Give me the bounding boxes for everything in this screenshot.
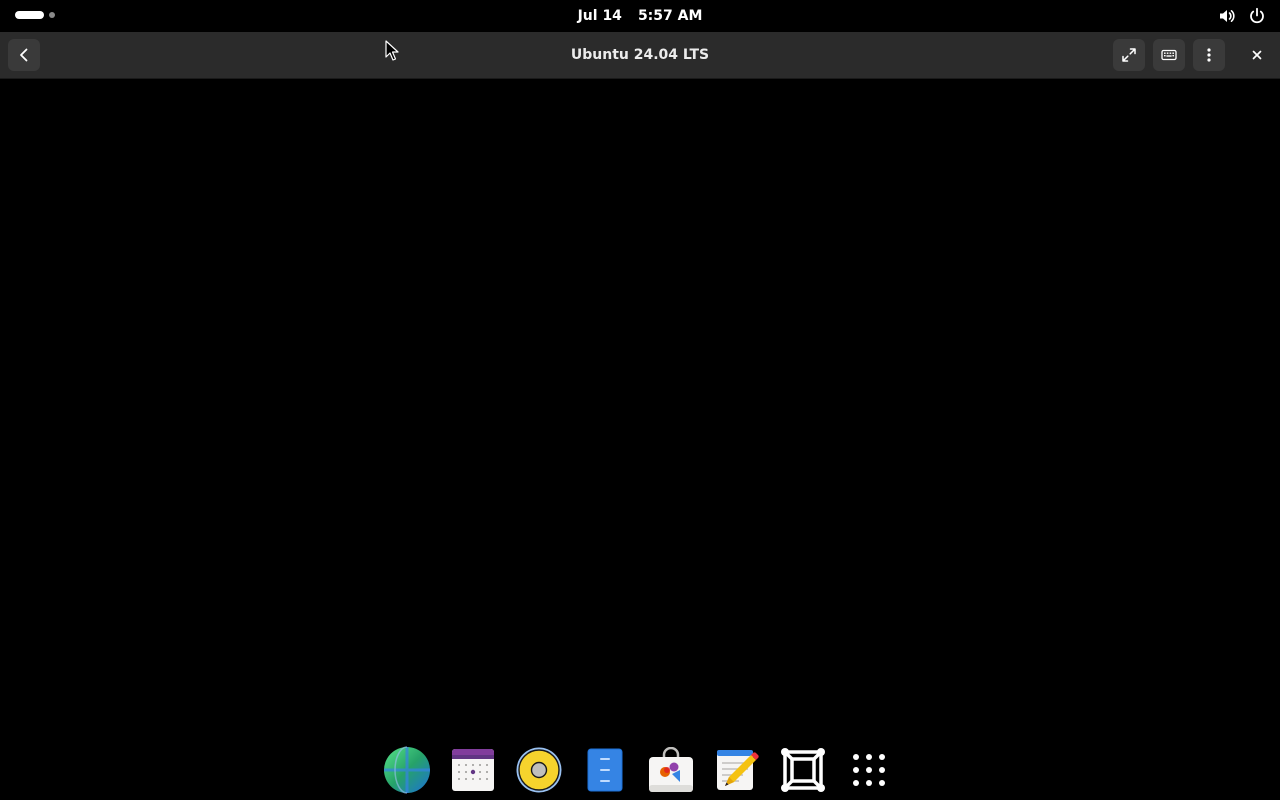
file-manager-icon — [587, 748, 623, 792]
software-store-icon — [649, 747, 693, 792]
mouse-cursor-icon — [385, 40, 399, 61]
window-title-wrap: Ubuntu 24.04 LTS — [0, 32, 1280, 78]
active-workspace[interactable] — [15, 11, 44, 19]
dock — [383, 746, 893, 794]
menu-icon — [1207, 48, 1211, 62]
web-browser-icon — [384, 746, 430, 794]
fullscreen-icon — [1122, 48, 1136, 62]
power-icon[interactable] — [1248, 7, 1266, 25]
fullscreen-button[interactable] — [1113, 39, 1145, 71]
close-button[interactable] — [1241, 39, 1273, 71]
boxes-icon — [781, 748, 825, 792]
system-tray[interactable] — [1218, 7, 1266, 25]
menu-button[interactable] — [1193, 39, 1225, 71]
back-button[interactable] — [8, 39, 40, 71]
header-bar: Ubuntu 24.04 LTS — [0, 32, 1280, 79]
text-editor-icon — [717, 750, 759, 790]
calendar-icon — [452, 749, 494, 791]
dock-web-browser[interactable] — [383, 746, 431, 794]
window-title: Ubuntu 24.04 LTS — [570, 47, 710, 63]
clock-time[interactable]: 5:57 AM — [638, 8, 702, 24]
keyboard-icon — [1161, 49, 1177, 61]
close-icon — [1252, 50, 1262, 60]
workspace-indicator[interactable] — [15, 11, 55, 19]
dock-file-manager[interactable] — [581, 746, 629, 794]
clock-date[interactable]: Jul 14 — [578, 8, 622, 24]
dock-software-store[interactable] — [647, 746, 695, 794]
back-icon — [20, 48, 28, 62]
dock-app-grid[interactable] — [845, 746, 893, 794]
dock-calendar[interactable] — [449, 746, 497, 794]
top-bar: Jul 14 5:57 AM — [0, 0, 1280, 32]
dock-text-editor[interactable] — [713, 746, 761, 794]
inactive-workspace[interactable] — [49, 12, 55, 18]
app-grid-icon — [853, 754, 885, 786]
keyboard-button[interactable] — [1153, 39, 1185, 71]
music-player-icon — [516, 747, 562, 793]
dock-boxes[interactable] — [779, 746, 827, 794]
volume-icon[interactable] — [1218, 7, 1236, 25]
clock[interactable]: Jul 14 5:57 AM — [0, 0, 1280, 32]
dock-music-player[interactable] — [515, 746, 563, 794]
vm-display[interactable] — [0, 79, 1280, 729]
